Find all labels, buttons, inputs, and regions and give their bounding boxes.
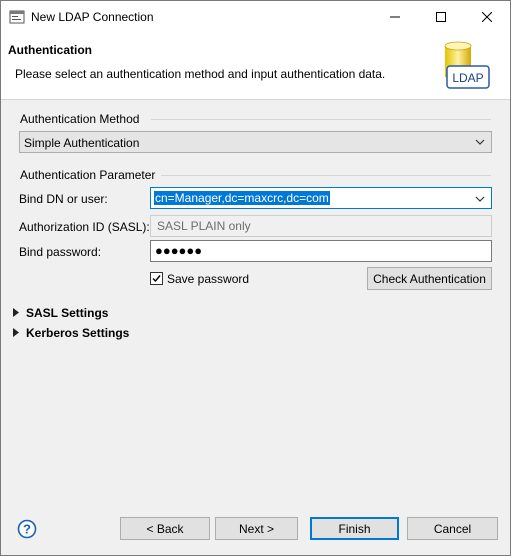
page-description: Please select an authentication method a…	[15, 67, 386, 81]
finish-button[interactable]: Finish	[310, 517, 399, 540]
auth-method-select[interactable]: Simple Authentication	[19, 131, 492, 153]
maximize-button[interactable]	[418, 1, 464, 32]
wizard-header: Authentication Please select an authenti…	[1, 32, 510, 100]
sasl-settings-section[interactable]: SASL Settings	[26, 306, 108, 320]
minimize-icon	[390, 16, 400, 17]
ldap-icon-label: LDAP	[452, 71, 483, 85]
expand-arrow-icon[interactable]	[13, 328, 19, 337]
save-password-label[interactable]: Save password	[167, 272, 249, 286]
auth-method-group-label: Authentication Method	[20, 112, 140, 126]
finish-button-label: Finish	[338, 521, 371, 536]
back-button[interactable]: < Back	[120, 517, 210, 540]
back-button-label: < Back	[146, 521, 184, 536]
auth-param-group-line	[161, 175, 491, 176]
bind-dn-field[interactable]: cn=Manager,dc=maxcrc,dc=com	[150, 187, 492, 209]
bind-password-label: Bind password:	[19, 245, 102, 259]
bind-dn-value: cn=Manager,dc=maxcrc,dc=com	[154, 191, 330, 205]
next-button[interactable]: Next >	[215, 517, 298, 540]
help-icon[interactable]: ?	[17, 519, 37, 539]
check-authentication-button[interactable]: Check Authentication	[367, 267, 492, 290]
close-icon	[482, 11, 492, 22]
bind-password-field[interactable]: ●●●●●●	[150, 240, 492, 262]
kerberos-settings-section[interactable]: Kerberos Settings	[26, 326, 129, 340]
password-value: ●●●●●●	[155, 243, 203, 258]
chevron-down-icon	[475, 139, 485, 145]
window-title: New LDAP Connection	[31, 10, 154, 24]
svg-text:?: ?	[23, 522, 31, 537]
title-bar: New LDAP Connection	[1, 1, 510, 32]
auth-method-group-line	[151, 119, 491, 120]
authz-id-value: SASL PLAIN only	[157, 219, 251, 233]
authz-id-label: Authorization ID (SASL):	[19, 220, 150, 234]
auth-param-group-label: Authentication Parameter	[20, 168, 156, 182]
expand-arrow-icon[interactable]	[13, 308, 19, 317]
ldap-database-icon: LDAP	[444, 41, 490, 89]
cancel-button[interactable]: Cancel	[407, 517, 498, 540]
auth-method-value: Simple Authentication	[24, 136, 140, 150]
save-password-checkbox[interactable]	[150, 272, 163, 285]
app-icon	[9, 10, 25, 24]
authz-id-field: SASL PLAIN only	[150, 215, 492, 237]
chevron-down-icon[interactable]	[475, 195, 485, 203]
page-title: Authentication	[8, 43, 92, 57]
cancel-button-label: Cancel	[433, 521, 472, 536]
next-button-label: Next >	[238, 521, 274, 536]
bind-dn-label: Bind DN or user:	[19, 192, 108, 206]
close-button[interactable]	[464, 1, 510, 32]
dialog-window: New LDAP Connection Authentication Pleas…	[0, 0, 511, 556]
checkmark-icon	[152, 275, 161, 283]
maximize-icon	[436, 11, 446, 22]
minimize-button[interactable]	[372, 1, 418, 32]
